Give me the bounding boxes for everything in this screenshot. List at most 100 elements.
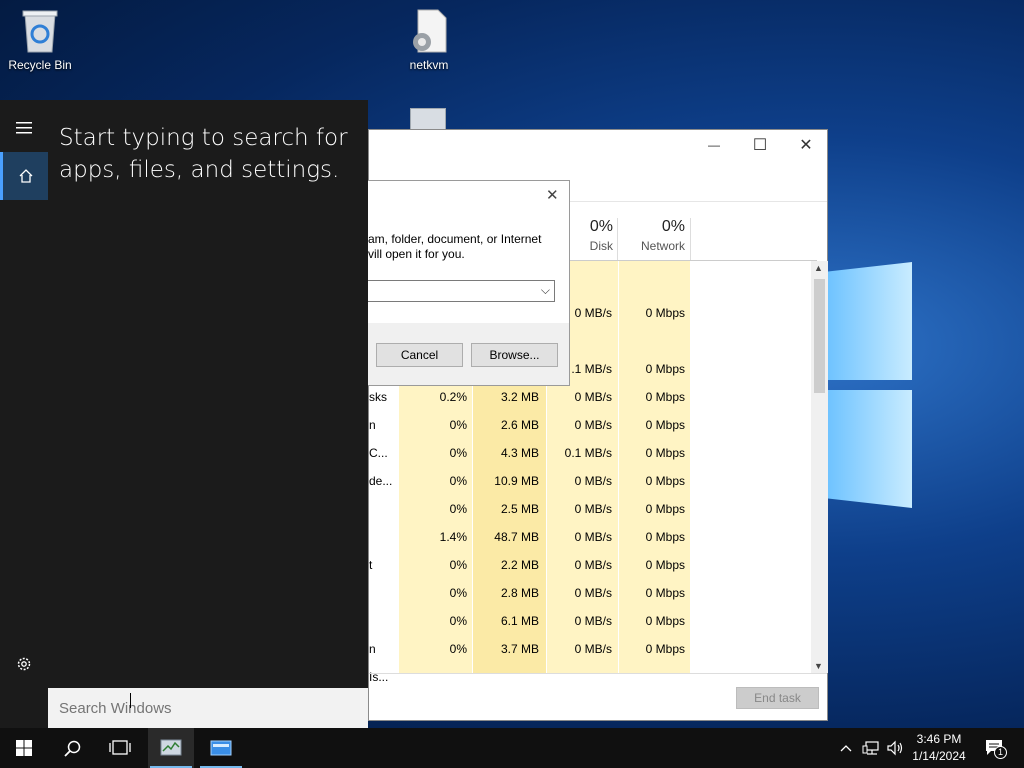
process-name-cell (369, 523, 396, 551)
run-description-line: am, folder, document, or Internet (368, 232, 542, 246)
network-icon (862, 741, 879, 755)
process-row[interactable]: 0% 2.8 MB 0 MB/s 0 Mbps (369, 579, 817, 607)
desktop-icon-partial[interactable] (410, 108, 446, 130)
network-tray-button[interactable] (861, 738, 881, 758)
volume-icon (887, 740, 903, 756)
taskbar-search-button[interactable] (48, 728, 96, 768)
process-disk-cell: 0.1 MB/s (564, 446, 612, 460)
show-hidden-icons-button[interactable] (836, 738, 856, 758)
process-row[interactable]: 0% 2.5 MB 0 MB/s 0 Mbps (369, 495, 817, 523)
action-center-button[interactable]: 1 (982, 738, 1008, 759)
process-cpu-cell: 0% (449, 586, 467, 600)
desktop-icon-label: netkvm (409, 58, 449, 72)
taskbar-clock[interactable]: 3:46 PM 1/14/2024 (906, 731, 972, 765)
scroll-thumb[interactable] (814, 279, 825, 393)
run-open-combobox[interactable]: ⌵ (368, 280, 555, 302)
task-manager-title-bar[interactable]: — ☐ ✕ (369, 130, 827, 178)
process-cpu-cell: 0% (449, 502, 467, 516)
process-disk-cell: 0 MB/s (574, 614, 612, 628)
process-network-cell: 0 Mbps (645, 390, 685, 404)
expand-menu-button[interactable] (0, 104, 48, 152)
process-memory-cell: 2.2 MB (500, 558, 539, 572)
vertical-scrollbar[interactable]: ▲ ▼ (811, 261, 828, 673)
process-cpu-cell: 0% (449, 642, 467, 656)
close-icon: ✕ (799, 137, 813, 154)
process-row[interactable]: t 0% 2.2 MB 0 MB/s 0 Mbps (369, 551, 817, 579)
process-disk-cell: 0 MB/s (574, 502, 612, 516)
search-icon (63, 740, 80, 757)
run-dialog: ✕ am, folder, document, or Internet vill… (368, 180, 570, 386)
process-row[interactable]: sks 0.2% 3.2 MB 0 MB/s 0 Mbps (369, 383, 817, 411)
process-row[interactable]: n Is... 0% 3.7 MB 0 MB/s 0 Mbps (369, 635, 817, 684)
process-name-cell (369, 495, 396, 523)
cancel-button[interactable]: Cancel (376, 343, 463, 367)
search-input[interactable] (48, 688, 368, 728)
hamburger-menu-icon (16, 122, 32, 134)
volume-tray-button[interactable] (885, 738, 905, 758)
process-network-cell: 0 Mbps (645, 446, 685, 460)
maximize-button[interactable]: ☐ (737, 130, 783, 160)
process-network-cell: 0 Mbps (645, 418, 685, 432)
process-cpu-cell: 0% (449, 418, 467, 432)
process-row[interactable]: n C... 0% 2.6 MB 0 MB/s 0 Mbps (369, 411, 817, 460)
wallpaper-windows-logo (828, 262, 912, 508)
process-cpu-cell: 0% (449, 446, 467, 460)
chevron-down-icon[interactable]: ⌵ (541, 283, 550, 298)
process-network-cell: 0 Mbps (645, 614, 685, 628)
end-task-button[interactable]: End task (736, 687, 819, 709)
settings-button[interactable] (0, 640, 48, 688)
network-percent: 0% (661, 218, 685, 235)
process-cpu-cell: 1.4% (439, 530, 467, 544)
process-cpu-cell: 0.2% (439, 390, 467, 404)
process-network-cell (619, 327, 685, 355)
taskbar-run[interactable] (198, 728, 244, 768)
run-description-line: vill open it for you. (368, 247, 465, 261)
process-row[interactable]: 0% 4.3 MB 0.1 MB/s 0 Mbps (369, 439, 817, 467)
process-memory-cell: 10.9 MB (494, 474, 539, 488)
process-name-cell: n C... (369, 418, 388, 460)
minimize-button[interactable]: — (691, 130, 737, 160)
network-label: Network (640, 239, 685, 253)
process-row[interactable]: 1.4% 48.7 MB 0 MB/s 0 Mbps (369, 523, 817, 551)
run-app-icon (210, 740, 232, 756)
browse-button[interactable]: Browse... (471, 343, 558, 367)
process-memory-cell: 48.7 MB (494, 530, 539, 544)
process-network-cell: 0 Mbps (645, 530, 685, 544)
search-box[interactable] (48, 688, 368, 728)
close-button[interactable]: ✕ (783, 130, 829, 160)
desktop-icon-netkvm[interactable]: netkvm (389, 8, 469, 72)
taskbar: 3:46 PM 1/14/2024 1 (0, 728, 1024, 768)
process-disk-cell: 0 MB/s (574, 474, 612, 488)
taskbar-task-manager[interactable] (148, 728, 194, 768)
chevron-up-icon (840, 745, 852, 752)
column-divider (690, 218, 691, 260)
process-memory-cell: 2.8 MB (500, 586, 539, 600)
task-manager-footer: End task (369, 673, 827, 721)
task-view-button[interactable] (96, 728, 144, 768)
process-row[interactable]: de... 0% 10.9 MB 0 MB/s 0 Mbps (369, 467, 817, 495)
process-network-cell: 0 Mbps (645, 502, 685, 516)
scroll-down-icon[interactable]: ▼ (814, 661, 823, 671)
process-cpu-cell: 0% (449, 614, 467, 628)
run-button-area: Cancel Browse... (368, 323, 569, 385)
start-menu-pane: Start typing to search for apps, files, … (48, 100, 368, 728)
scroll-up-icon[interactable]: ▲ (814, 263, 823, 273)
process-memory-cell: 4.3 MB (500, 446, 539, 460)
process-disk-cell: 0 MB/s (574, 642, 612, 656)
column-header-network[interactable]: 0% Network (619, 218, 685, 253)
maximize-icon: ☐ (752, 137, 768, 154)
process-disk-cell: 0 MB/s (574, 390, 612, 404)
process-disk-cell: 0 MB/s (574, 530, 612, 544)
process-disk-cell: 0 MB/s (574, 418, 612, 432)
process-name-cell (369, 439, 396, 467)
mouse-ibeam-cursor (130, 693, 131, 708)
home-button[interactable] (0, 152, 48, 200)
process-disk-cell: 0 MB/s (574, 586, 612, 600)
start-button[interactable] (0, 728, 48, 768)
process-row[interactable]: 0% 6.1 MB 0 MB/s 0 Mbps (369, 607, 817, 635)
process-name-cell: de... (369, 474, 393, 488)
run-close-icon[interactable]: ✕ (546, 186, 559, 204)
clock-date: 1/14/2024 (912, 749, 966, 763)
task-manager-app-icon (160, 739, 182, 756)
desktop-icon-recycle-bin[interactable]: Recycle Bin (0, 8, 80, 72)
